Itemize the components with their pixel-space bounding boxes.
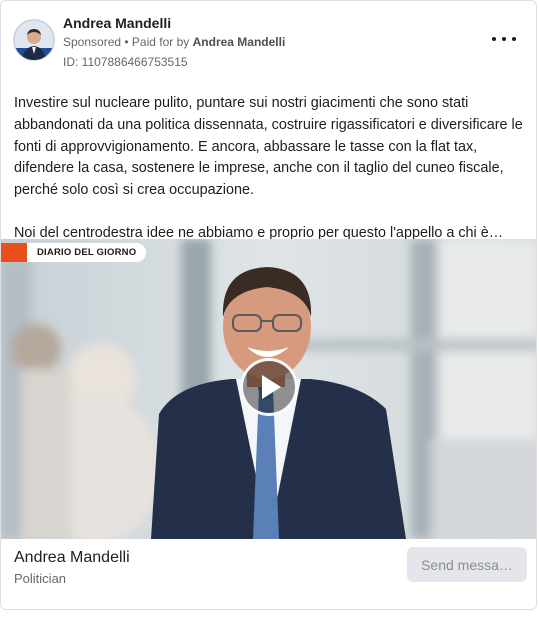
program-badge: DIARIO DEL GIORNO [1,243,147,262]
sponsored-label: Sponsored [63,35,122,49]
avatar[interactable] [13,19,55,61]
more-options-icon[interactable] [492,31,516,47]
ad-footer: Andrea Mandelli Politician Send messa… [1,539,536,609]
advertiser-category: Politician [14,571,67,586]
ad-id: ID: 1107886466753515 [63,55,188,69]
badge-accent [1,243,27,262]
badge-label: DIARIO DEL GIORNO [27,243,147,262]
send-message-button[interactable]: Send messa… [407,547,527,582]
sponsored-line: Sponsored • Paid for by Andrea Mandelli [63,35,285,49]
post-text: Investire sul nucleare pulito, puntare s… [14,93,526,245]
dot [512,37,516,41]
separator-dot: • [121,35,132,49]
paid-for-by: Andrea Mandelli [192,35,286,49]
video-player[interactable]: DIARIO DEL GIORNO [1,239,536,539]
dot [492,37,496,41]
ad-card: Andrea Mandelli Sponsored • Paid for by … [0,0,537,610]
post-header: Andrea Mandelli Sponsored • Paid for by … [13,13,524,73]
page-name[interactable]: Andrea Mandelli [63,15,171,31]
play-icon[interactable] [240,358,298,416]
post-paragraph-1: Investire sul nucleare pulito, puntare s… [14,95,523,199]
dot [502,37,506,41]
paid-for-prefix: Paid for by [131,35,193,49]
advertiser-name[interactable]: Andrea Mandelli [14,549,130,567]
